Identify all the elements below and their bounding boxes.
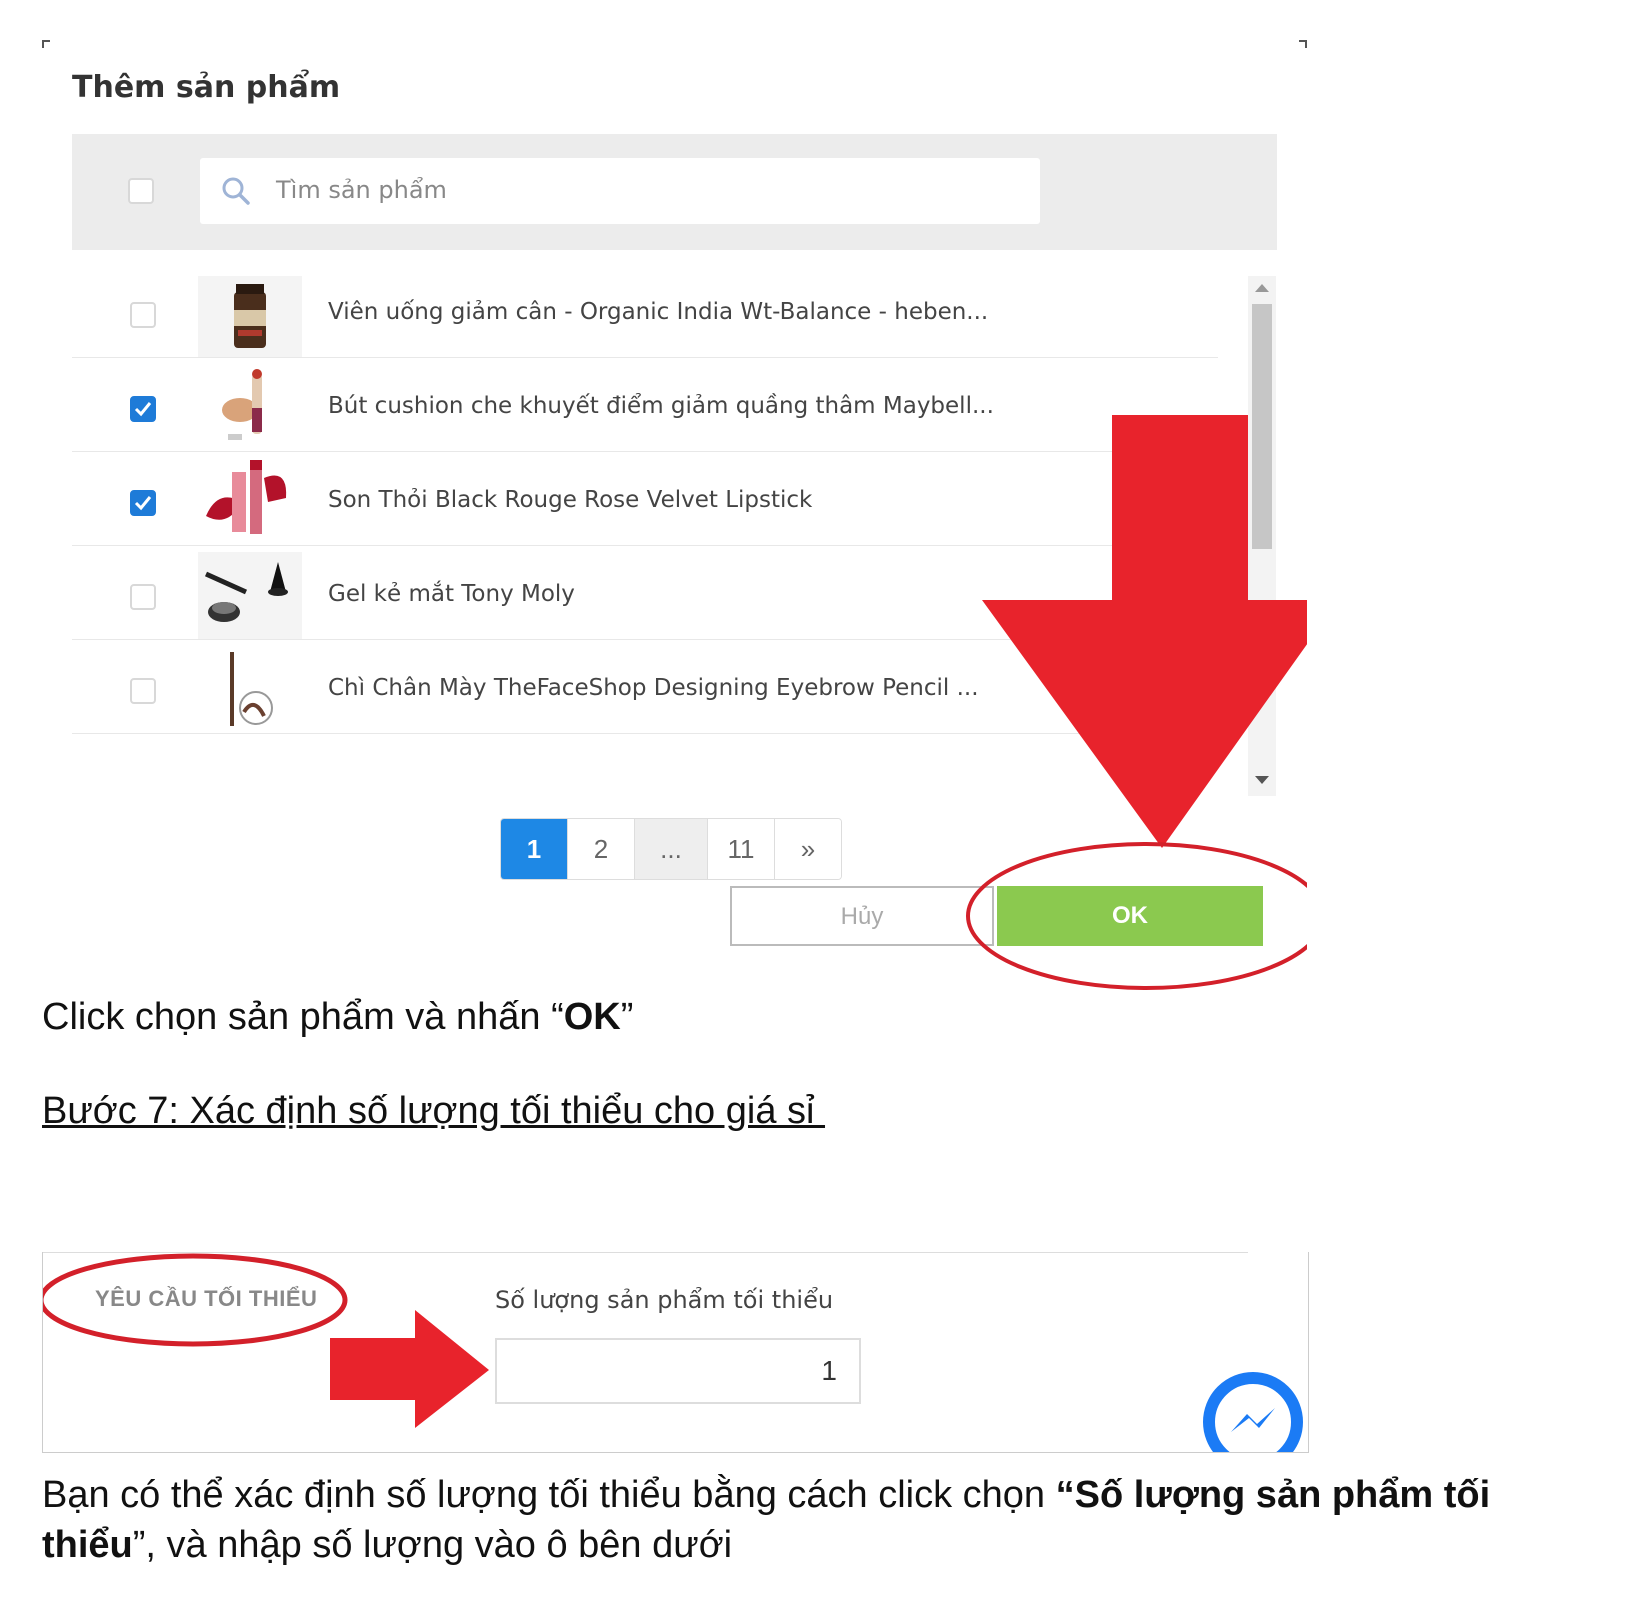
messenger-icon[interactable] [1203, 1372, 1303, 1452]
caption-2-text: Bạn có thể xác định số lượng tối thiểu b… [42, 1474, 1056, 1516]
step-7-heading: Bước 7: Xác định số lượng tối thiểu cho … [42, 1090, 826, 1132]
min-requirement-panel: YÊU CẦU TỐI THIỂU Số lượng sản phẩm tối … [42, 1252, 1309, 1453]
right-arrow-annotation [330, 1310, 489, 1428]
caption-1: Click chọn sản phẩm và nhấn “OK” [42, 996, 633, 1039]
annotation-overlay [966, 415, 1307, 990]
caption-1-suffix: ” [620, 996, 634, 1038]
caption-1-text: Click chọn sản phẩm và nhấn “ [42, 996, 564, 1038]
requirement-highlight-ellipse [43, 1253, 348, 1347]
caption-2-suffix: ”, và nhập số lượng vào ô bên dưới [132, 1524, 733, 1566]
down-arrow-annotation [982, 415, 1307, 848]
ok-highlight-ellipse [966, 842, 1307, 990]
caption-1-bold: OK [563, 996, 621, 1038]
add-product-dialog: Thêm sản phẩm Tìm sản phẩm Viên uống giả… [42, 40, 1307, 996]
annotation-overlay [43, 1253, 489, 1428]
caption-2: Bạn có thể xác định số lượng tối thiểu b… [42, 1470, 1602, 1570]
